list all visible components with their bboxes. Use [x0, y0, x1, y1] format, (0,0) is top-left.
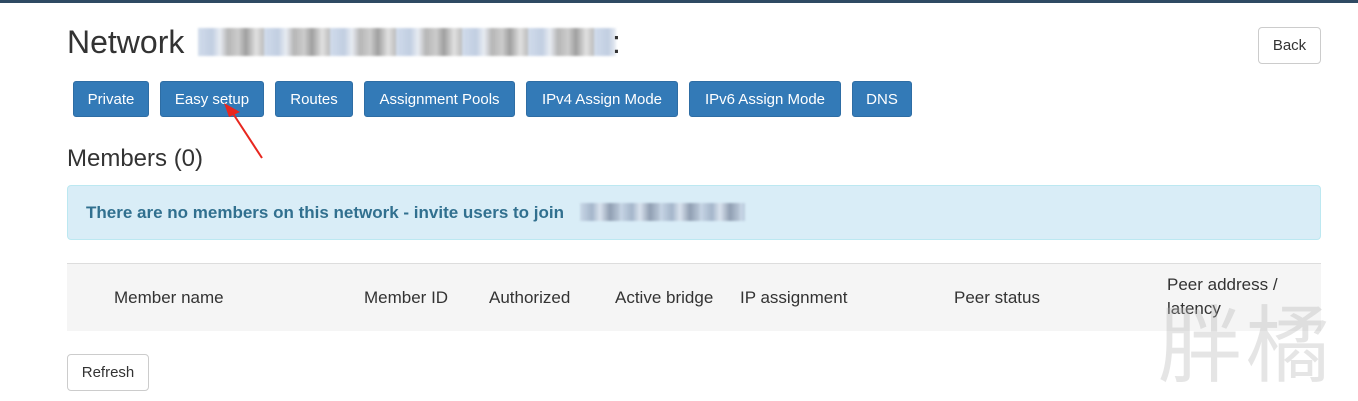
back-button[interactable]: Back [1258, 27, 1321, 64]
tab-routes[interactable]: Routes [275, 81, 353, 117]
page-title-suffix: : [612, 24, 621, 60]
tab-ipv4-assign-mode[interactable]: IPv4 Assign Mode [526, 81, 678, 117]
tab-dns[interactable]: DNS [852, 81, 912, 117]
column-member-name[interactable]: Member name [114, 286, 224, 310]
members-table-header: Member name Member ID Authorized Active … [67, 263, 1321, 331]
redacted-network-name [198, 28, 616, 56]
column-member-id[interactable]: Member ID [364, 286, 448, 310]
tab-private[interactable]: Private [73, 81, 149, 117]
tab-ipv6-assign-mode[interactable]: IPv6 Assign Mode [689, 81, 841, 117]
watermark-text: 胖橘 [1158, 297, 1335, 395]
refresh-button[interactable]: Refresh [67, 354, 149, 391]
members-heading: Members (0) [67, 145, 204, 172]
tab-assignment-pools[interactable]: Assignment Pools [364, 81, 515, 117]
no-members-message: There are no members on this network - i… [86, 203, 564, 222]
column-peer-status[interactable]: Peer status [954, 286, 1040, 310]
column-ip-assignment[interactable]: IP assignment [740, 286, 847, 310]
column-active-bridge[interactable]: Active bridge [615, 286, 713, 310]
page-title: Network [67, 24, 185, 60]
top-bar [0, 0, 1358, 3]
redacted-network-id [580, 203, 745, 221]
column-authorized[interactable]: Authorized [489, 286, 570, 310]
tab-easy-setup[interactable]: Easy setup [160, 81, 264, 117]
